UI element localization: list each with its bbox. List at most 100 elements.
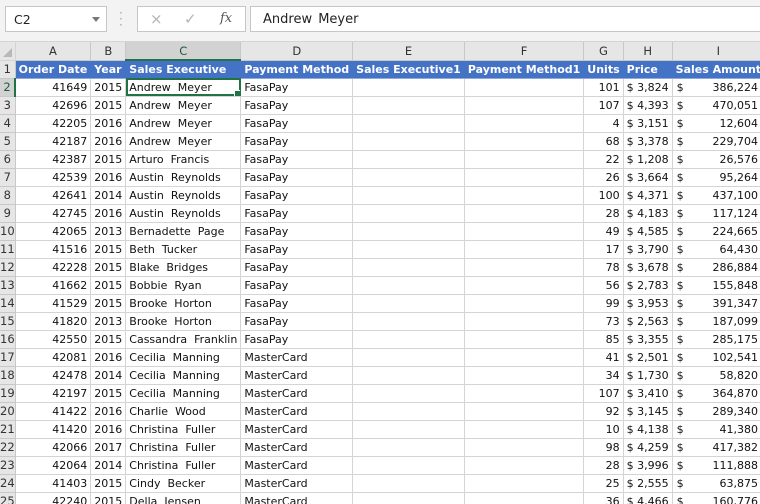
price-cell[interactable]: $ 4,466	[623, 492, 673, 504]
sales-executive1-cell[interactable]	[352, 204, 465, 223]
payment-method-cell[interactable]: MasterCard	[240, 438, 354, 457]
units-cell[interactable]: 107	[583, 384, 624, 403]
sales-amount-cell[interactable]: $470,051	[672, 96, 760, 115]
payment-method1-cell[interactable]	[464, 420, 585, 439]
payment-method-cell[interactable]: FasaPay	[240, 114, 354, 133]
row-header[interactable]: 25	[0, 492, 16, 504]
sales-amount-cell[interactable]: $117,124	[672, 204, 760, 223]
column-header-g[interactable]: G	[583, 42, 624, 61]
sales-amount-cell[interactable]: $155,848	[672, 276, 760, 295]
sales-amount-cell[interactable]: $64,430	[672, 240, 760, 259]
row-header[interactable]: 15	[0, 312, 16, 331]
units-cell[interactable]: 56	[583, 276, 624, 295]
sales-amount-cell[interactable]: $58,820	[672, 366, 760, 385]
sales-executive-cell[interactable]: Andrew Meyer	[125, 114, 242, 133]
price-cell[interactable]: $ 4,371	[623, 186, 673, 205]
year-cell[interactable]: 2013	[90, 222, 127, 241]
payment-method1-cell[interactable]	[464, 312, 585, 331]
payment-method-cell[interactable]: FasaPay	[240, 78, 354, 97]
price-cell[interactable]: $ 4,259	[623, 438, 673, 457]
sales-executive-cell[interactable]: Christina Fuller	[125, 420, 242, 439]
order-date-cell[interactable]: 41420	[15, 420, 92, 439]
year-cell[interactable]: 2016	[90, 114, 127, 133]
price-cell[interactable]: $ 3,678	[623, 258, 673, 277]
year-cell[interactable]: 2015	[90, 492, 127, 504]
row-header[interactable]: 22	[0, 438, 16, 457]
year-cell[interactable]: 2016	[90, 348, 127, 367]
row-header[interactable]: 7	[0, 168, 16, 187]
sales-executive1-cell[interactable]	[352, 78, 465, 97]
row-header[interactable]: 14	[0, 294, 16, 313]
row-header[interactable]: 19	[0, 384, 16, 403]
units-cell[interactable]: 28	[583, 204, 624, 223]
payment-method-cell[interactable]: MasterCard	[240, 348, 354, 367]
units-cell[interactable]: 41	[583, 348, 624, 367]
sales-executive1-cell[interactable]	[352, 348, 465, 367]
order-date-cell[interactable]: 42064	[15, 456, 92, 475]
sales-executive1-cell[interactable]	[352, 150, 465, 169]
sales-amount-cell[interactable]: $160,776	[672, 492, 760, 504]
sales-executive-cell[interactable]: Bobbie Ryan	[125, 276, 242, 295]
sales-amount-cell[interactable]: $95,264	[672, 168, 760, 187]
column-header-f[interactable]: F	[464, 42, 585, 61]
chevron-down-icon[interactable]	[92, 17, 100, 22]
order-date-cell[interactable]: 42478	[15, 366, 92, 385]
units-cell[interactable]: 98	[583, 438, 624, 457]
payment-method1-cell[interactable]	[464, 186, 585, 205]
payment-method1-cell[interactable]	[464, 114, 585, 133]
row-header[interactable]: 21	[0, 420, 16, 439]
header-cell[interactable]: Payment Method	[240, 60, 354, 79]
sales-executive-cell[interactable]: Bernadette Page	[125, 222, 242, 241]
sales-executive-cell[interactable]: Andrew Meyer	[125, 132, 242, 151]
sales-executive-cell[interactable]: Brooke Horton	[125, 312, 242, 331]
sales-executive1-cell[interactable]	[352, 294, 465, 313]
sales-executive-cell[interactable]: Cecilia Manning	[125, 366, 242, 385]
price-cell[interactable]: $ 3,824	[623, 78, 673, 97]
sales-amount-cell[interactable]: $41,380	[672, 420, 760, 439]
year-cell[interactable]: 2016	[90, 420, 127, 439]
sales-executive-cell[interactable]: Charlie Wood	[125, 402, 242, 421]
payment-method-cell[interactable]: FasaPay	[240, 312, 354, 331]
order-date-cell[interactable]: 42065	[15, 222, 92, 241]
payment-method1-cell[interactable]	[464, 150, 585, 169]
sales-executive-cell[interactable]: Beth Tucker	[125, 240, 242, 259]
order-date-cell[interactable]: 42205	[15, 114, 92, 133]
payment-method1-cell[interactable]	[464, 240, 585, 259]
sales-executive-cell[interactable]: Andrew Meyer	[125, 96, 242, 115]
sales-executive1-cell[interactable]	[352, 240, 465, 259]
payment-method1-cell[interactable]	[464, 132, 585, 151]
sales-executive1-cell[interactable]	[352, 114, 465, 133]
sales-executive1-cell[interactable]	[352, 330, 465, 349]
units-cell[interactable]: 101	[583, 78, 624, 97]
header-cell[interactable]: Year	[90, 60, 127, 79]
price-cell[interactable]: $ 3,790	[623, 240, 673, 259]
order-date-cell[interactable]: 41516	[15, 240, 92, 259]
order-date-cell[interactable]: 41662	[15, 276, 92, 295]
units-cell[interactable]: 22	[583, 150, 624, 169]
sales-amount-cell[interactable]: $286,884	[672, 258, 760, 277]
column-header-e[interactable]: E	[352, 42, 465, 61]
order-date-cell[interactable]: 42197	[15, 384, 92, 403]
row-header[interactable]: 8	[0, 186, 16, 205]
sales-amount-cell[interactable]: $391,347	[672, 294, 760, 313]
payment-method1-cell[interactable]	[464, 96, 585, 115]
order-date-cell[interactable]: 41529	[15, 294, 92, 313]
order-date-cell[interactable]: 41422	[15, 402, 92, 421]
price-cell[interactable]: $ 3,145	[623, 402, 673, 421]
units-cell[interactable]: 92	[583, 402, 624, 421]
cancel-icon[interactable]: ×	[150, 10, 163, 28]
year-cell[interactable]: 2016	[90, 168, 127, 187]
price-cell[interactable]: $ 4,138	[623, 420, 673, 439]
sales-executive1-cell[interactable]	[352, 258, 465, 277]
row-header[interactable]: 18	[0, 366, 16, 385]
price-cell[interactable]: $ 3,664	[623, 168, 673, 187]
row-header[interactable]: 16	[0, 330, 16, 349]
units-cell[interactable]: 85	[583, 330, 624, 349]
price-cell[interactable]: $ 4,393	[623, 96, 673, 115]
formula-input[interactable]: Andrew Meyer	[250, 6, 760, 32]
row-header[interactable]: 1	[0, 60, 16, 79]
sales-executive-cell[interactable]: Cecilia Manning	[125, 384, 242, 403]
sales-executive-cell[interactable]: Christina Fuller	[125, 456, 242, 475]
row-header[interactable]: 3	[0, 96, 16, 115]
sales-executive1-cell[interactable]	[352, 420, 465, 439]
